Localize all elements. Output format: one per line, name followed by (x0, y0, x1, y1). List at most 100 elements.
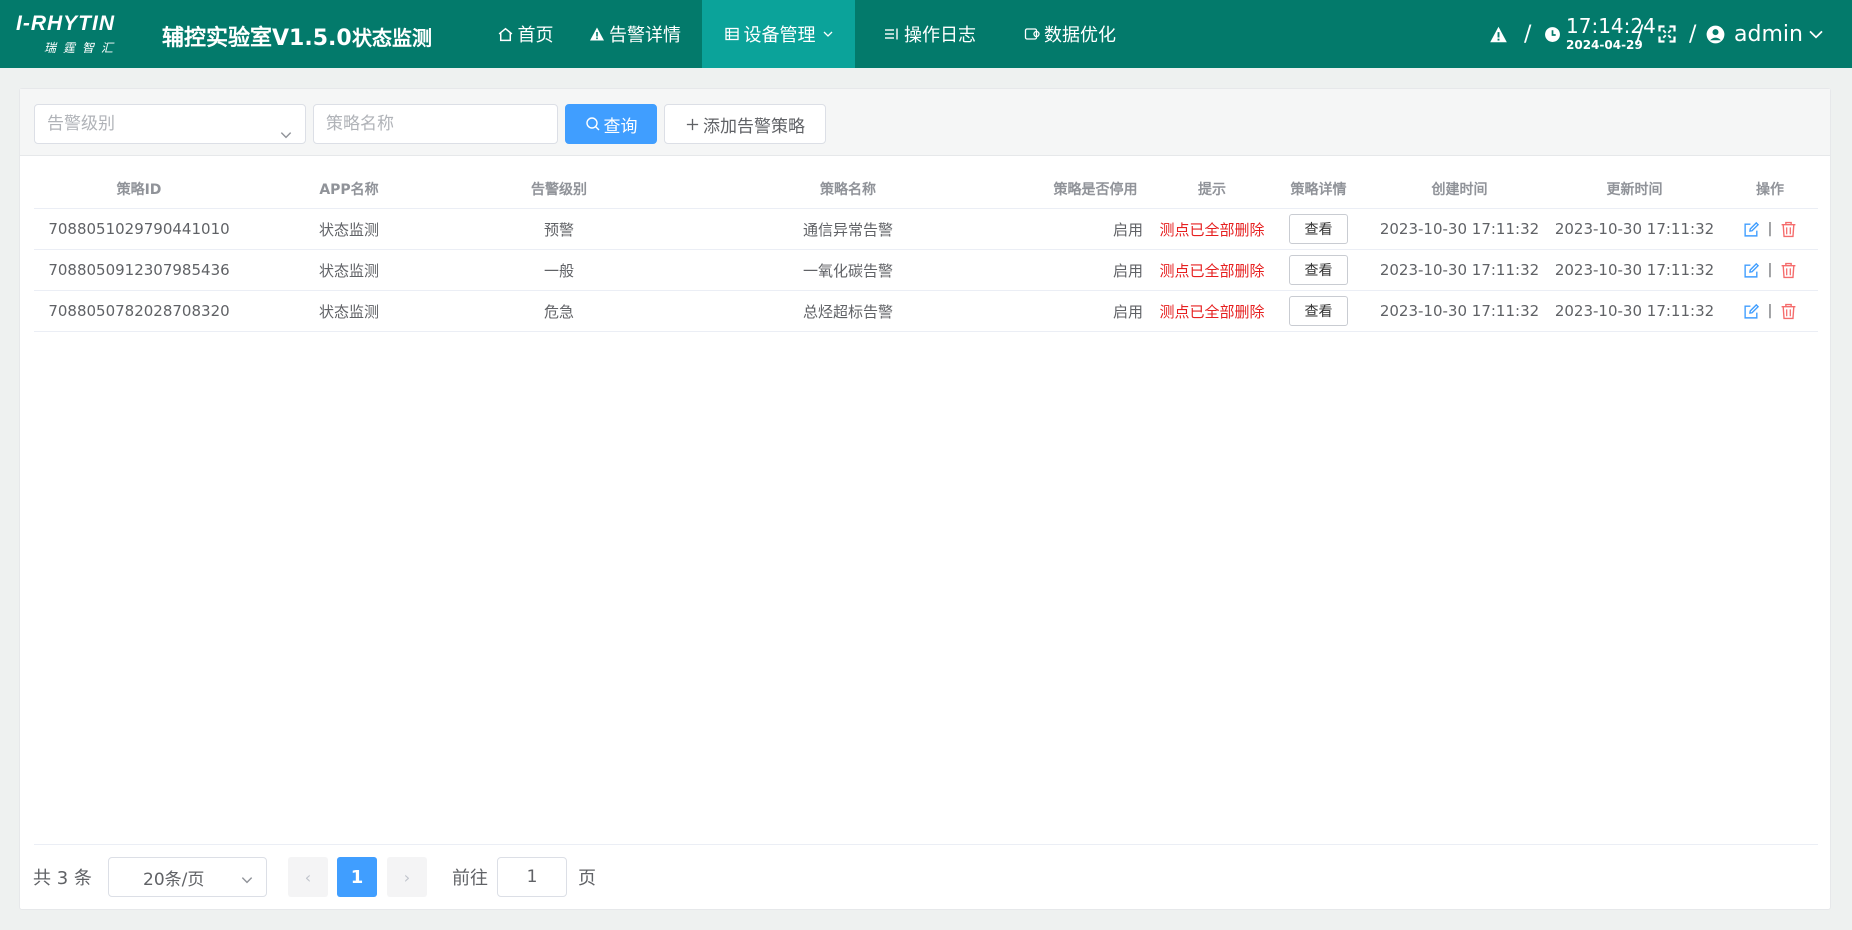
user-menu-chevron-icon[interactable] (1808, 0, 1824, 68)
warning-icon (589, 26, 605, 42)
column-header: 策略是否停用 (1053, 181, 1138, 198)
fullscreen-icon[interactable] (1657, 0, 1677, 68)
strategy-table: 策略ID APP名称 告警级别 策略名称 策略是否停用 提示 策略详情 创建时间… (34, 169, 1818, 332)
column-header: 提示 (1198, 181, 1226, 198)
column-header: 策略详情 (1290, 181, 1347, 198)
cell-strategy-id: 7088051029790441010 (48, 220, 230, 238)
user-name[interactable]: admin (1734, 0, 1803, 68)
cell-hint: 测点已全部删除 (1159, 220, 1265, 239)
user-avatar-icon[interactable] (1706, 0, 1725, 68)
query-button[interactable]: 查询 (565, 104, 657, 144)
cell-strategy-name: 总烃超标告警 (802, 302, 893, 321)
edit-icon[interactable] (1743, 262, 1760, 279)
view-detail-button[interactable]: 查看 (1289, 296, 1348, 326)
cell-status: 启用 (1112, 220, 1143, 239)
search-icon (585, 116, 601, 132)
table-row: 7088050782028708320 状态监测 危急 总烃超标告警 启用 测点… (34, 291, 1818, 332)
home-icon (497, 26, 514, 43)
action-separator: | (1767, 262, 1773, 278)
plus-icon (685, 117, 700, 132)
add-alarm-strategy-label: 添加告警策略 (703, 116, 805, 137)
strategy-name-input[interactable] (313, 104, 558, 144)
nav-operation-log[interactable]: 操作日志 (870, 0, 990, 68)
delete-icon[interactable] (1780, 303, 1797, 320)
pagination-divider (34, 844, 1818, 845)
cell-updated-time: 2023-10-30 17:11:32 (1554, 220, 1715, 238)
action-separator: | (1767, 221, 1773, 237)
cell-app-name: 状态监测 (318, 261, 379, 280)
logo-main-text: I-RHYTIN (16, 12, 115, 35)
nav-home-label: 首页 (517, 25, 554, 46)
page-unit-label: 页 (578, 868, 596, 889)
cell-strategy-id: 7088050912307985436 (48, 261, 230, 279)
column-header: 更新时间 (1606, 181, 1663, 198)
column-header: 告警级别 (531, 181, 587, 198)
chevron-down-icon (279, 118, 293, 156)
cell-status: 启用 (1112, 302, 1143, 321)
nav-data-optimization[interactable]: 数据优化 (1010, 0, 1130, 68)
cell-created-time: 2023-10-30 17:11:32 (1379, 220, 1540, 238)
goto-label: 前往 (452, 868, 488, 889)
next-page-button[interactable]: › (387, 857, 427, 897)
cell-actions: | (1722, 209, 1818, 249)
table-row: 7088050912307985436 状态监测 一般 一氧化碳告警 启用 测点… (34, 250, 1818, 291)
nav-operation-log-label: 操作日志 (904, 25, 976, 46)
column-header: 操作 (1756, 181, 1784, 198)
cell-alarm-level: 预警 (543, 220, 574, 239)
data-icon (1024, 26, 1040, 42)
column-header: APP名称 (319, 181, 379, 198)
clock-icon (1544, 0, 1561, 68)
delete-icon[interactable] (1780, 262, 1797, 279)
prev-page-button[interactable]: ‹ (288, 857, 328, 897)
cell-actions: | (1722, 291, 1818, 331)
alarm-level-placeholder: 告警级别 (47, 114, 115, 134)
alarm-level-select[interactable]: 告警级别 (34, 104, 306, 144)
page-size-value: 20条/页 (143, 869, 205, 890)
column-header: 策略名称 (820, 181, 876, 198)
cell-strategy-id: 7088050782028708320 (48, 302, 230, 320)
table-header-row: 策略ID APP名称 告警级别 策略名称 策略是否停用 提示 策略详情 创建时间… (34, 169, 1818, 209)
cell-alarm-level: 一般 (543, 261, 574, 280)
column-header: 创建时间 (1431, 181, 1488, 198)
column-header: 策略ID (116, 181, 162, 198)
header-separator: / (1636, 21, 1644, 47)
cell-updated-time: 2023-10-30 17:11:32 (1554, 302, 1715, 320)
cell-detail: 查看 (1265, 209, 1372, 249)
filter-bar: 告警级别 查询 添加告警策略 (20, 89, 1830, 156)
cell-actions: | (1722, 250, 1818, 290)
pagination-total: 共 3 条 (33, 868, 92, 889)
cell-app-name: 状态监测 (318, 302, 379, 321)
alarm-bell-icon[interactable] (1488, 0, 1509, 68)
nav-alarm-detail-label: 告警详情 (609, 25, 681, 46)
edit-icon[interactable] (1743, 221, 1760, 238)
view-detail-button[interactable]: 查看 (1289, 214, 1348, 244)
main-card: 告警级别 查询 添加告警策略 策略ID APP名称 告警级别 策略名称 策略是否… (19, 88, 1831, 910)
edit-icon[interactable] (1743, 303, 1760, 320)
cell-detail: 查看 (1265, 291, 1372, 331)
nav-home[interactable]: 首页 (470, 0, 580, 68)
logo-sub-text: 瑞霆智汇 (44, 41, 121, 55)
cell-detail: 查看 (1265, 250, 1372, 290)
cell-created-time: 2023-10-30 17:11:32 (1379, 302, 1540, 320)
query-button-label: 查询 (603, 116, 638, 137)
header-separator: / (1689, 21, 1697, 47)
cell-app-name: 状态监测 (318, 220, 379, 239)
device-icon (724, 26, 740, 42)
nav-data-optimization-label: 数据优化 (1044, 25, 1116, 46)
table-row: 7088051029790441010 状态监测 预警 通信异常告警 启用 测点… (34, 209, 1818, 250)
add-alarm-strategy-button[interactable]: 添加告警策略 (664, 104, 826, 144)
cell-updated-time: 2023-10-30 17:11:32 (1554, 261, 1715, 279)
nav-alarm-detail[interactable]: 告警详情 (580, 0, 690, 68)
page-number-current[interactable]: 1 (337, 857, 377, 897)
page-size-select[interactable]: 20条/页 (108, 857, 267, 897)
view-detail-button[interactable]: 查看 (1289, 255, 1348, 285)
header-separator: / (1524, 21, 1532, 47)
top-header: I-RHYTIN 瑞霆智汇 辅控实验室V1.5.0 状态监测 首页 告警详情 设… (0, 0, 1852, 68)
delete-icon[interactable] (1780, 221, 1797, 238)
nav-device-management[interactable]: 设备管理 (702, 0, 855, 68)
goto-page-input[interactable] (497, 857, 567, 897)
clock-date: 2024-04-29 (1566, 38, 1643, 52)
cell-alarm-level: 危急 (543, 302, 574, 321)
cell-strategy-name: 通信异常告警 (802, 220, 893, 239)
action-separator: | (1767, 303, 1773, 319)
